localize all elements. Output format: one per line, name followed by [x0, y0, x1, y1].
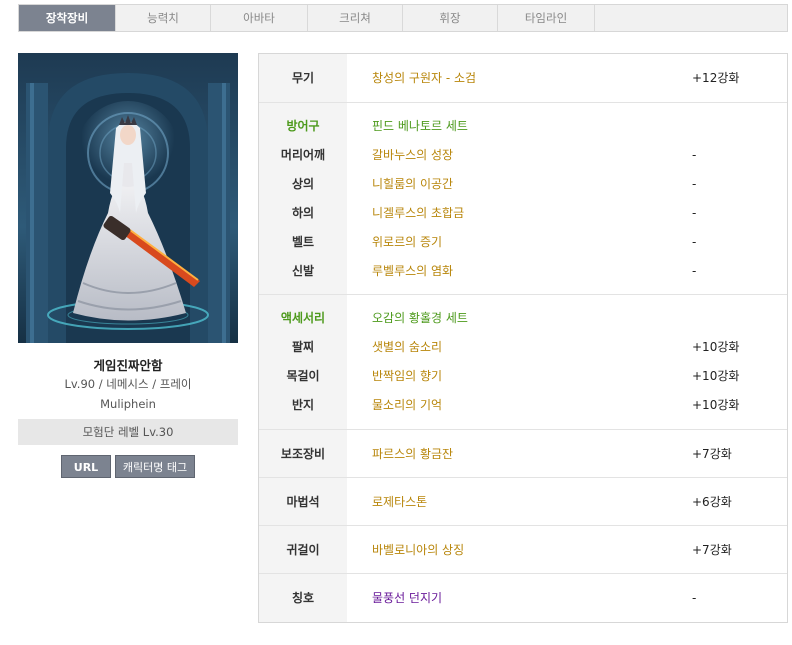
item-name[interactable]: 갈바누스의 성장 [372, 141, 453, 170]
equipment-row: 반지 물소리의 기억 +10강화 [259, 391, 787, 420]
tab-timeline[interactable]: 타임라인 [498, 5, 595, 31]
item-name[interactable]: 물풍선 던지기 [372, 584, 442, 613]
enhance-value: - [692, 177, 697, 191]
item-name[interactable]: 창성의 구원자 - 소검 [372, 64, 476, 93]
item-name[interactable]: 로제타스톤 [372, 488, 427, 517]
character-level-class: Lv.90 / 네메시스 / 프레이 [64, 377, 192, 391]
tab-creature[interactable]: 크리쳐 [308, 5, 403, 31]
slot-label: 벨트 [291, 235, 315, 249]
enhance-value: - [692, 591, 697, 605]
slot-label: 보조장비 [280, 447, 326, 461]
equipment-group-armor: 방어구 핀드 베나토르 세트 머리어깨 갈바누스의 성장 - 상의 니힐룸의 이… [259, 103, 787, 294]
set-name[interactable]: 핀드 베나토르 세트 [372, 112, 468, 141]
enhance-value: +10강화 [692, 340, 740, 354]
equipment-row: 하의 니겔루스의 초합금 - [259, 199, 787, 228]
tab-equipment[interactable]: 장착장비 [19, 5, 116, 31]
enhance-value: +7강화 [692, 447, 732, 461]
tab-stats[interactable]: 능력치 [116, 5, 211, 31]
equipment-row: 팔찌 샛별의 숨소리 +10강화 [259, 333, 787, 362]
slot-label: 귀걸이 [286, 543, 320, 557]
equipment-row: 벨트 위로르의 증기 - [259, 228, 787, 257]
character-illustration [18, 53, 238, 343]
enhance-value: - [692, 235, 697, 249]
slot-label: 하의 [291, 206, 315, 220]
slot-label: 반지 [291, 398, 315, 412]
enhance-value: - [692, 206, 697, 220]
item-name[interactable]: 파르스의 황금잔 [372, 440, 453, 469]
equipment-row-title: 칭호 물풍선 던지기 - [259, 574, 787, 622]
equipment-row-weapon: 무기 창성의 구원자 - 소검 +12강화 [259, 54, 787, 102]
enhance-value: +6강화 [692, 495, 732, 509]
armor-set-row: 방어구 핀드 베나토르 세트 [259, 112, 787, 141]
item-name[interactable]: 물소리의 기억 [372, 391, 442, 420]
set-name[interactable]: 오감의 황홀경 세트 [372, 304, 468, 333]
slot-label: 상의 [291, 177, 315, 191]
equipment-row: 상의 니힐룸의 이공간 - [259, 170, 787, 199]
equipment-row: 머리어깨 갈바누스의 성장 - [259, 141, 787, 170]
item-name[interactable]: 반짝임의 향기 [372, 362, 442, 391]
accessory-set-row: 액세서리 오감의 황홀경 세트 [259, 304, 787, 333]
item-name[interactable]: 바벨로니아의 상징 [372, 536, 464, 565]
character-tag-button[interactable]: 캐릭터명 태그 [115, 455, 195, 478]
enhance-value: +10강화 [692, 369, 740, 383]
slot-label: 마법석 [286, 495, 320, 509]
tab-insignia[interactable]: 휘장 [403, 5, 498, 31]
adventure-level-badge: 모험단 레벨 Lv.30 [18, 419, 238, 445]
enhance-value: +7강화 [692, 543, 732, 557]
slot-label: 신발 [291, 264, 315, 278]
equipment-row-subweapon: 보조장비 파르스의 황금잔 +7강화 [259, 430, 787, 477]
url-button[interactable]: URL [61, 455, 111, 478]
character-name: 게임진짜안함 [93, 358, 163, 373]
slot-label: 머리어깨 [280, 148, 326, 162]
slot-label: 팔찌 [291, 340, 315, 354]
item-name[interactable]: 위로르의 증기 [372, 228, 442, 257]
equipment-row: 목걸이 반짝임의 향기 +10강화 [259, 362, 787, 391]
equipment-table: 무기 창성의 구원자 - 소검 +12강화 방어구 핀드 베나토르 세트 머리어… [258, 53, 788, 623]
slot-label: 무기 [291, 71, 315, 85]
slot-label: 칭호 [291, 591, 315, 605]
item-name[interactable]: 루벨루스의 염화 [372, 257, 453, 286]
slot-label: 목걸이 [286, 369, 320, 383]
item-name[interactable]: 니힐룸의 이공간 [372, 170, 453, 199]
slot-label: 방어구 [286, 119, 320, 133]
equipment-group-accessory: 액세서리 오감의 황홀경 세트 팔찌 샛별의 숨소리 +10강화 목걸이 반짝임… [259, 295, 787, 429]
tab-bar: 장착장비 능력치 아바타 크리쳐 휘장 타임라인 [18, 4, 788, 32]
enhance-value: - [692, 264, 697, 278]
item-name[interactable]: 니겔루스의 초합금 [372, 199, 464, 228]
character-portrait [18, 53, 238, 343]
enhance-value: +12강화 [692, 71, 740, 85]
equipment-row-earring: 귀걸이 바벨로니아의 상징 +7강화 [259, 526, 787, 573]
enhance-value: - [692, 148, 697, 162]
item-name[interactable]: 샛별의 숨소리 [372, 333, 442, 362]
tab-avatar[interactable]: 아바타 [211, 5, 308, 31]
enhance-value: +10강화 [692, 398, 740, 412]
character-server: Muliphein [100, 397, 156, 411]
equipment-row: 신발 루벨루스의 염화 - [259, 257, 787, 286]
slot-label: 액세서리 [280, 311, 326, 325]
equipment-row-magicstone: 마법석 로제타스톤 +6강화 [259, 478, 787, 525]
